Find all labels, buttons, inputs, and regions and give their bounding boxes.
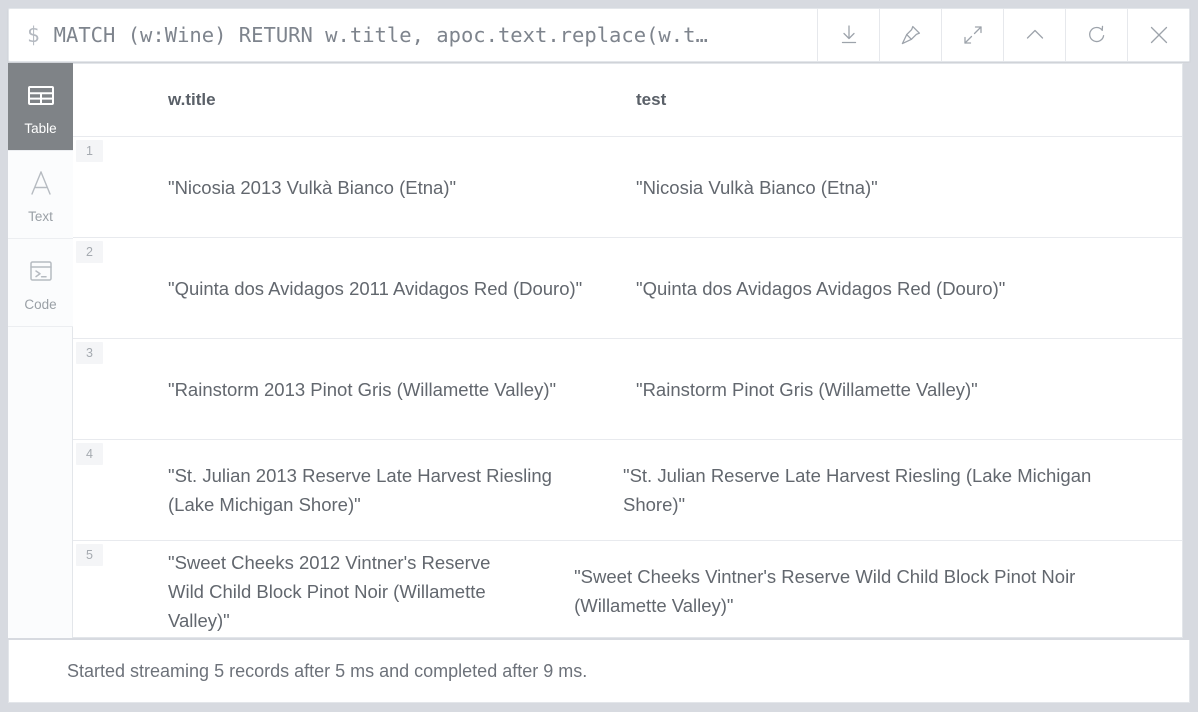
sidebar-item-table-label: Table bbox=[24, 120, 57, 136]
row-number: 2 bbox=[76, 241, 103, 263]
cell-test: "Sweet Cheeks Vintner's Reserve Wild Chi… bbox=[574, 566, 1076, 616]
expand-icon bbox=[960, 22, 986, 48]
cell-w-title: "Nicosia 2013 Vulkà Bianco (Etna)" bbox=[168, 176, 457, 198]
cell-w-title: "Sweet Cheeks 2012 Vintner's Reserve Wil… bbox=[168, 551, 491, 631]
status-bar: Started streaming 5 records after 5 ms a… bbox=[8, 640, 1190, 703]
close-button[interactable] bbox=[1127, 9, 1189, 61]
code-icon bbox=[26, 254, 56, 288]
table-row[interactable]: 3 "Rainstorm 2013 Pinot Gris (Willamette… bbox=[73, 339, 1182, 440]
results-right-gutter bbox=[1183, 63, 1190, 638]
cell-w-title: "St. Julian 2013 Reserve Late Harvest Ri… bbox=[168, 465, 552, 515]
query-editor-bar: $ MATCH (w:Wine) RETURN w.title, apoc.te… bbox=[8, 8, 1190, 62]
cell-w-title: "Quinta dos Avidagos 2011 Avidagos Red (… bbox=[168, 277, 583, 299]
sidebar-item-code-label: Code bbox=[24, 296, 57, 312]
query-text: MATCH (w:Wine) RETURN w.title, apoc.text… bbox=[53, 23, 708, 47]
table-row[interactable]: 4 "St. Julian 2013 Reserve Late Harvest … bbox=[73, 440, 1182, 541]
column-header-test: test bbox=[636, 90, 667, 109]
status-message: Started streaming 5 records after 5 ms a… bbox=[67, 660, 588, 681]
cell-w-title: "Rainstorm 2013 Pinot Gris (Willamette V… bbox=[168, 378, 557, 400]
download-icon bbox=[836, 22, 862, 48]
download-button[interactable] bbox=[817, 9, 879, 61]
sidebar-item-text[interactable]: Text bbox=[8, 151, 73, 239]
collapse-button[interactable] bbox=[1003, 9, 1065, 61]
refresh-icon bbox=[1084, 22, 1110, 48]
rerun-button[interactable] bbox=[1065, 9, 1127, 61]
sidebar-item-code[interactable]: Code bbox=[8, 239, 73, 327]
table-row[interactable]: 1 "Nicosia 2013 Vulkà Bianco (Etna)" "Ni… bbox=[73, 137, 1182, 238]
table-row[interactable]: 2 "Quinta dos Avidagos 2011 Avidagos Red… bbox=[73, 238, 1182, 339]
cell-test: "Nicosia Vulkà Bianco (Etna)" bbox=[636, 176, 878, 198]
close-icon bbox=[1146, 22, 1172, 48]
pin-button[interactable] bbox=[879, 9, 941, 61]
row-number: 1 bbox=[76, 140, 103, 162]
pin-icon bbox=[898, 22, 924, 48]
cell-test: "Rainstorm Pinot Gris (Willamette Valley… bbox=[636, 378, 978, 400]
query-result-frame: $ MATCH (w:Wine) RETURN w.title, apoc.te… bbox=[0, 0, 1198, 712]
cell-test: "St. Julian Reserve Late Harvest Rieslin… bbox=[623, 465, 1092, 515]
row-number: 3 bbox=[76, 342, 103, 364]
results-table: w.title test 1 "Nicosia 2013 Vulkà Bianc… bbox=[73, 63, 1183, 638]
editor-toolbar bbox=[817, 9, 1189, 61]
table-row[interactable]: 5 "Sweet Cheeks 2012 Vintner's Reserve W… bbox=[73, 541, 1182, 637]
view-mode-sidebar: Table Text Code bbox=[8, 63, 73, 638]
expand-button[interactable] bbox=[941, 9, 1003, 61]
row-number: 5 bbox=[76, 544, 103, 566]
row-number: 4 bbox=[76, 443, 103, 465]
text-icon bbox=[26, 166, 56, 200]
query-input[interactable]: $ MATCH (w:Wine) RETURN w.title, apoc.te… bbox=[9, 9, 817, 61]
sidebar-item-text-label: Text bbox=[28, 208, 53, 224]
sidebar-item-table[interactable]: Table bbox=[8, 63, 73, 151]
column-header-w-title: w.title bbox=[168, 90, 216, 109]
cell-test: "Quinta dos Avidagos Avidagos Red (Douro… bbox=[636, 277, 1006, 299]
table-icon bbox=[26, 78, 56, 112]
chevron-up-icon bbox=[1022, 22, 1048, 48]
prompt-icon: $ bbox=[27, 23, 40, 47]
table-header-row: w.title test bbox=[73, 64, 1182, 137]
